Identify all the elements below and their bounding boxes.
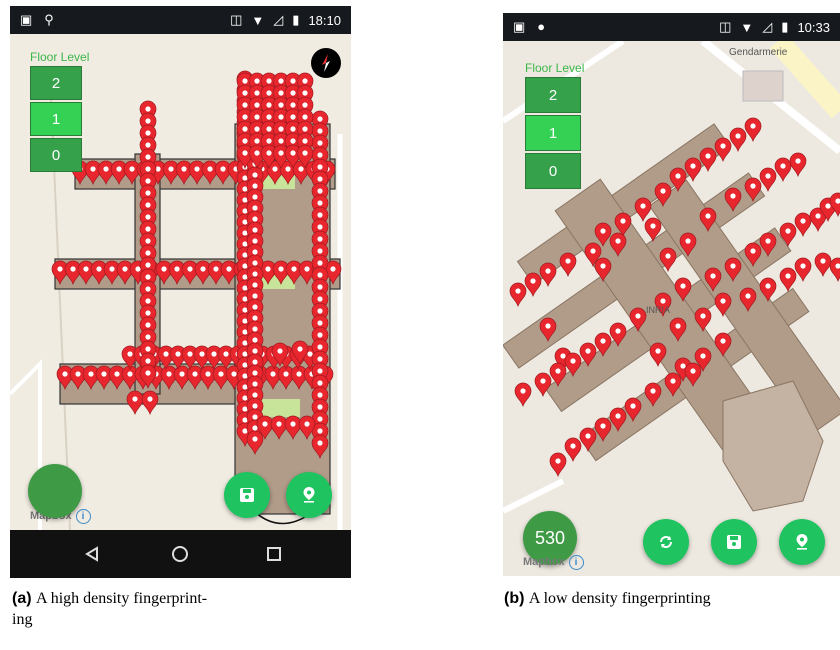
location-pin-icon [303,487,315,503]
screenshot-low-density: ▣ ● ◫ ▼ ◿ ▮ 10:33 Gendarmerie INRIA Floo… [503,13,840,576]
floor-level-selector: Floor Level 2 1 0 [525,61,584,191]
floor-button-0[interactable]: 0 [30,138,82,172]
building-label: INRIA [646,305,671,315]
caption-b-tag: (b) [504,590,525,607]
signal-icon: ◿ [273,12,284,27]
save-icon [240,488,254,502]
status-bar: ▣ ⚲ ◫ ▼ ◿ ▮ 18:10 [10,6,351,34]
caption-b-text: A low density fingerprinting [528,590,711,607]
screenshot-high-density: ▣ ⚲ ◫ ▼ ◿ ▮ 18:10 Floor Level 2 1 0 Mapb… [10,6,351,578]
clock: 18:10 [308,12,341,28]
add-fingerprint-button[interactable] [286,472,332,518]
status-bar: ▣ ● ◫ ▼ ◿ ▮ 10:33 [503,13,840,41]
mapbox-attribution[interactable]: Mapboxi [523,555,584,570]
caption-a: (a) A high density fingerprint- ing [12,588,352,630]
battery-icon: ▮ [292,12,300,27]
poi-label: Gendarmerie [729,47,788,58]
vibrate-icon: ◫ [230,12,243,27]
android-icon: ● [537,19,546,34]
home-icon[interactable] [172,546,188,562]
counter-button[interactable] [28,464,82,518]
refresh-icon [660,536,672,548]
clock: 10:33 [797,19,830,35]
add-fingerprint-button[interactable] [779,519,825,565]
wifi-icon: ▼ [740,19,754,35]
refresh-button[interactable] [643,519,689,565]
floor-level-selector: Floor Level 2 1 0 [30,50,89,174]
caption-b: (b) A low density fingerprinting [504,588,840,609]
signal-icon: ◿ [762,19,773,34]
save-icon [727,535,741,549]
floor-level-label: Floor Level [525,61,585,75]
caption-a-text-cont: ing [12,611,33,628]
mapbox-logo-text: Mapbox [523,556,565,568]
vibrate-icon: ◫ [719,19,732,34]
info-icon[interactable]: i [75,509,91,524]
map-view[interactable]: Floor Level 2 1 0 Mapboxi [10,34,351,530]
wifi-icon: ▼ [251,12,265,28]
location-icon: ⚲ [44,12,54,27]
caption-a-text: A high density fingerprint- [36,590,208,607]
compass-icon[interactable] [311,48,341,78]
android-nav-bar [10,530,351,578]
floor-button-1[interactable]: 1 [30,102,82,136]
battery-icon: ▮ [781,19,789,34]
save-button[interactable] [224,472,270,518]
floor-button-1[interactable]: 1 [525,115,581,151]
gallery-icon: ▣ [513,19,526,34]
floor-level-label: Floor Level [30,50,90,64]
info-icon[interactable]: i [568,555,584,570]
caption-a-tag: (a) [12,590,32,607]
floor-button-2[interactable]: 2 [30,66,82,100]
location-pin-icon [796,534,808,550]
save-button[interactable] [711,519,757,565]
back-icon[interactable] [85,546,98,562]
map-view[interactable]: Gendarmerie INRIA Floor Level 2 1 0 530 … [503,41,840,576]
recents-icon[interactable] [267,547,281,561]
floor-button-0[interactable]: 0 [525,153,581,189]
gallery-icon: ▣ [20,12,33,27]
floor-button-2[interactable]: 2 [525,77,581,113]
